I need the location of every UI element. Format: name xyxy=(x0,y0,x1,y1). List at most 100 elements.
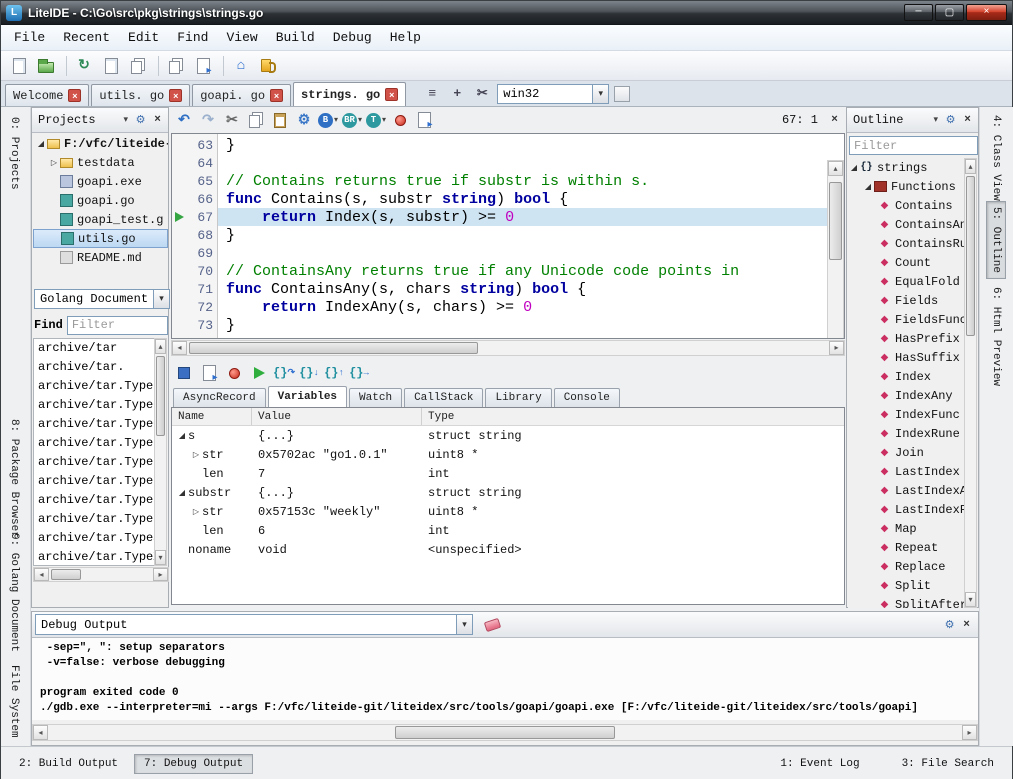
tab-close-icon[interactable]: × xyxy=(270,89,283,102)
code-editor[interactable]: 63}6465// Contains returns true if subst… xyxy=(171,133,845,339)
outline-item-index[interactable]: ◆Index xyxy=(848,367,966,386)
tree-item-goapi-exe[interactable]: goapi.exe xyxy=(33,172,168,191)
output-select[interactable]: Debug Output ▾ xyxy=(35,614,473,635)
outline-item-join[interactable]: ◆Join xyxy=(848,443,966,462)
chevron-down-icon[interactable]: ▾ xyxy=(153,290,169,308)
dock-tab-0-projects[interactable]: 0: Projects xyxy=(4,111,24,196)
debug-tab-asyncrecord[interactable]: AsyncRecord xyxy=(173,388,266,407)
save-file-icon[interactable] xyxy=(99,54,123,78)
code-line-70[interactable]: 70// ContainsAny returns true if any Uni… xyxy=(172,262,827,280)
code-line-66[interactable]: 66func Contains(s, substr string) bool { xyxy=(172,190,827,208)
outline-vertical-scrollbar[interactable]: ▴ ▾ xyxy=(964,158,977,608)
outline-item-map[interactable]: ◆Map xyxy=(848,519,966,538)
code-line-72[interactable]: 72 return IndexAny(s, chars) >= 0 xyxy=(172,298,827,316)
tab-goapi-go[interactable]: goapi. go× xyxy=(192,84,291,106)
outline-item-fields[interactable]: ◆Fields xyxy=(848,291,966,310)
scroll-down-icon[interactable]: ▾ xyxy=(965,592,976,607)
debug-tab-console[interactable]: Console xyxy=(554,388,620,407)
gear-icon[interactable]: ⚙ xyxy=(132,112,149,128)
twisty-icon[interactable]: ◢ xyxy=(176,431,188,441)
step-over-icon[interactable]: {}↷ xyxy=(273,363,295,383)
new-file-icon[interactable] xyxy=(7,54,31,78)
outline-header-select[interactable]: Outline ▾ xyxy=(849,111,942,130)
code-line-63[interactable]: 63} xyxy=(172,136,827,154)
variable-row-len[interactable]: len7int xyxy=(172,464,844,483)
scroll-left-icon[interactable]: ◂ xyxy=(34,568,49,581)
scroll-up-icon[interactable]: ▴ xyxy=(828,161,843,176)
status-button-1-event-log[interactable]: 1: Event Log xyxy=(770,754,869,774)
scroll-thumb[interactable] xyxy=(156,356,165,436)
column-header-type[interactable]: Type xyxy=(422,408,844,425)
variable-row-substr[interactable]: ◢substr{...}struct string xyxy=(172,483,844,502)
gear-icon[interactable]: ⚙ xyxy=(942,112,959,128)
continue-icon[interactable] xyxy=(248,363,270,383)
save-all-icon[interactable] xyxy=(126,54,150,78)
editor-horizontal-scrollbar[interactable]: ◂ ▸ xyxy=(171,340,845,356)
menu-build[interactable]: Build xyxy=(267,27,324,48)
tree-item-f-vfc-liteide-g[interactable]: ◢F:/vfc/liteide-g xyxy=(33,134,168,153)
scroll-right-icon[interactable]: ▸ xyxy=(153,568,168,581)
tree-item-goapi-go[interactable]: goapi.go xyxy=(33,191,168,210)
scroll-right-icon[interactable]: ▸ xyxy=(829,341,844,355)
outline-item-hassuffix[interactable]: ◆HasSuffix xyxy=(848,348,966,367)
list-item[interactable]: archive/tar xyxy=(34,339,155,358)
outline-item-indexrune[interactable]: ◆IndexRune xyxy=(848,424,966,443)
variable-row-len[interactable]: len6int xyxy=(172,521,844,540)
run-to-line-icon[interactable]: {}→ xyxy=(348,363,370,383)
column-header-value[interactable]: Value xyxy=(252,408,422,425)
api-list-vertical-scrollbar[interactable]: ▴ ▾ xyxy=(154,338,167,566)
step-out-icon[interactable]: {}↑ xyxy=(323,363,345,383)
outline-item-repeat[interactable]: ◆Repeat xyxy=(848,538,966,557)
reload-file-icon[interactable]: ↻ xyxy=(72,54,96,78)
code-line-67[interactable]: 67 return Index(s, substr) >= 0 xyxy=(172,208,827,226)
projects-header-select[interactable]: Projects ▾ xyxy=(34,111,132,130)
outline-item-count[interactable]: ◆Count xyxy=(848,253,966,272)
tab-utils-go[interactable]: utils. go× xyxy=(91,84,190,106)
close-icon[interactable]: × xyxy=(958,617,975,633)
variable-row-str[interactable]: ▷str0x5702ac "go1.0.1"uint8 * xyxy=(172,445,844,464)
tree-item-testdata[interactable]: ▷testdata xyxy=(33,153,168,172)
list-item[interactable]: archive/tar.TypeRe xyxy=(34,510,155,529)
variable-row-noname[interactable]: nonamevoid<unspecified> xyxy=(172,540,844,559)
build-button[interactable]: B▾ xyxy=(317,109,339,131)
outline-item-hasprefix[interactable]: ◆HasPrefix xyxy=(848,329,966,348)
code-line-64[interactable]: 64 xyxy=(172,154,827,172)
menu-debug[interactable]: Debug xyxy=(324,27,381,48)
dock-tab-8-package-browser[interactable]: 8: Package Browser xyxy=(4,413,24,544)
twisty-icon[interactable]: ▷ xyxy=(48,158,60,168)
twisty-icon[interactable]: ◢ xyxy=(848,163,860,173)
step-into-icon[interactable]: {}↓ xyxy=(298,363,320,383)
golang-document-select[interactable]: Golang Document ▾ xyxy=(34,289,170,309)
outline-item-containsany[interactable]: ◆ContainsAny xyxy=(848,215,966,234)
export-file-icon[interactable] xyxy=(191,54,215,78)
build-run-button[interactable]: BR▾ xyxy=(341,109,363,131)
copy-file-icon[interactable] xyxy=(164,54,188,78)
add-editor-icon[interactable]: + xyxy=(447,84,467,104)
outline-filter-input[interactable] xyxy=(849,136,978,155)
scroll-up-icon[interactable]: ▴ xyxy=(965,159,976,174)
editor-extra-button[interactable] xyxy=(614,86,630,102)
code-line-73[interactable]: 73} xyxy=(172,316,827,334)
debug-tab-variables[interactable]: Variables xyxy=(268,386,347,407)
debug-external-icon[interactable] xyxy=(413,109,435,131)
menu-view[interactable]: View xyxy=(217,27,266,48)
variable-row-s[interactable]: ◢s{...}struct string xyxy=(172,426,844,445)
close-editor-icon[interactable]: × xyxy=(826,112,843,128)
debug-output-text[interactable]: -sep=", ": setup separators -v=false: ve… xyxy=(32,638,978,720)
options-icon[interactable] xyxy=(256,54,280,78)
debug-tab-callstack[interactable]: CallStack xyxy=(404,388,483,407)
chevron-down-icon[interactable]: ▾ xyxy=(456,615,472,634)
status-button-3-file-search[interactable]: 3: File Search xyxy=(892,754,1004,774)
maximize-button[interactable]: ▢ xyxy=(935,4,964,21)
list-item[interactable]: archive/tar.TypeSy xyxy=(34,529,155,548)
tab-close-icon[interactable]: × xyxy=(68,89,81,102)
home-icon[interactable]: ⌂ xyxy=(229,54,253,78)
test-button[interactable]: T▾ xyxy=(365,109,387,131)
menu-find[interactable]: Find xyxy=(168,27,217,48)
dock-tab-5-outline[interactable]: 5: Outline xyxy=(986,201,1006,279)
outline-item-indexany[interactable]: ◆IndexAny xyxy=(848,386,966,405)
list-item[interactable]: archive/tar.TypeBlc xyxy=(34,377,155,396)
menu-help[interactable]: Help xyxy=(381,27,430,48)
tree-item-goapi-test-g[interactable]: goapi_test.g xyxy=(33,210,168,229)
list-item[interactable]: archive/tar.TypeDir xyxy=(34,434,155,453)
